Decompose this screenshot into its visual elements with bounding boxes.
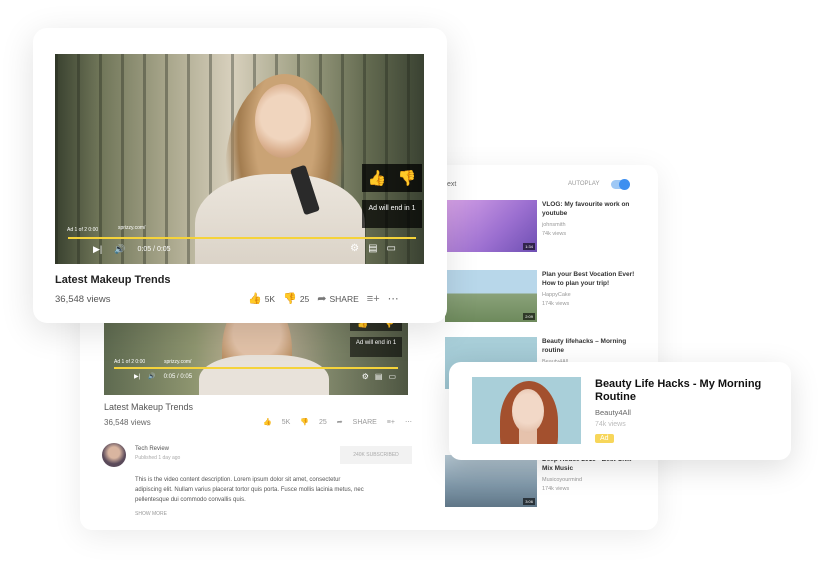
- rec-duration: 1:34: [523, 243, 535, 250]
- ad-source-link[interactable]: sprizzy.com/: [118, 225, 145, 231]
- add-to-playlist-icon[interactable]: ≡+: [367, 293, 380, 305]
- subtitles-icon[interactable]: ▤: [368, 243, 377, 254]
- dislike-count: 25: [299, 293, 310, 304]
- more-icon[interactable]: ⋯: [388, 292, 399, 305]
- rec-thumbnail[interactable]: 3:06: [445, 455, 537, 507]
- settings-icon[interactable]: ⚙: [362, 372, 369, 381]
- rec-views: 74k views: [542, 231, 567, 237]
- highlight-title[interactable]: Beauty Life Hacks - My Morning Routine: [595, 378, 775, 404]
- background-ad-counter: Ad 1 of 2 0:00: [114, 359, 146, 365]
- time-display: 0:05 / 0:05: [137, 246, 171, 253]
- like-icon[interactable]: 👍: [263, 418, 272, 426]
- dislike-icon: 👎: [283, 293, 297, 305]
- highlight-thumbnail[interactable]: [472, 377, 581, 444]
- video-subject-face: [255, 84, 311, 158]
- show-more-button[interactable]: SHOW MORE: [135, 511, 167, 517]
- share-icon: ➦: [317, 293, 327, 305]
- ad-counter: Ad 1 of 2 0:00: [67, 227, 99, 233]
- background-ad-end-notice: Ad will end in 1: [350, 337, 402, 357]
- like-icon: 👍: [248, 293, 262, 305]
- rec-channel: johnsmith: [542, 222, 566, 228]
- list-item[interactable]: 3:06 Deep House 2019 - Best Chill Mix Mu…: [445, 455, 635, 509]
- channel-name[interactable]: Tech Review: [135, 446, 169, 452]
- next-icon[interactable]: ▶|: [93, 244, 102, 255]
- more-icon[interactable]: ⋯: [405, 418, 412, 426]
- thumbs-up-icon[interactable]: 👍: [368, 169, 387, 187]
- progress-fill: [68, 237, 416, 239]
- background-player-right-controls: ⚙ ▤ ▭: [362, 372, 396, 381]
- progress-bar[interactable]: [68, 237, 416, 239]
- background-dislike-count: 25: [319, 418, 327, 426]
- video-title: Latest Makeup Trends: [55, 274, 171, 286]
- rec-thumbnail[interactable]: 1:34: [445, 200, 537, 252]
- background-share-button[interactable]: SHARE: [353, 419, 377, 426]
- thumbnail-subject-face: [512, 389, 544, 433]
- share-label: SHARE: [329, 293, 359, 304]
- player-right-controls: ⚙ ▤ ▭: [350, 243, 396, 254]
- video-subject-coat: [199, 355, 329, 395]
- background-ad-source[interactable]: sprizzy.com/: [164, 359, 191, 365]
- rec-views: 174k views: [542, 486, 570, 492]
- thumbs-down-icon[interactable]: 👎: [398, 169, 417, 187]
- volume-icon[interactable]: 🔊: [114, 244, 125, 255]
- highlight-channel[interactable]: Beauty4All: [595, 408, 631, 417]
- stage: 👍 👎 Ad will end in 1 Ad 1 of 2 0:00 spri…: [0, 0, 822, 565]
- publish-date: Published 1 day ago: [135, 455, 181, 461]
- view-count: 36,548 views: [55, 294, 111, 305]
- player-controls: ▶| 🔊 0:05 / 0:05: [93, 244, 171, 255]
- like-count: 5K: [264, 293, 276, 304]
- background-view-count: 36,548 views: [104, 418, 151, 427]
- dislike-icon[interactable]: 👎: [300, 418, 309, 426]
- highlighted-recommendation[interactable]: Beauty Life Hacks - My Morning Routine B…: [449, 362, 791, 460]
- rec-title[interactable]: VLOG: My favourite work on youtube: [542, 200, 637, 218]
- add-to-playlist-icon[interactable]: ≡+: [387, 419, 395, 426]
- background-progress-bar[interactable]: [114, 367, 398, 369]
- like-button[interactable]: 👍 5K: [248, 292, 275, 305]
- share-icon[interactable]: ➦: [337, 418, 343, 426]
- vote-overlay: 👍 👎: [362, 164, 422, 192]
- ad-end-notice: Ad will end in 1: [362, 200, 422, 228]
- share-button[interactable]: ➦ SHARE: [317, 292, 359, 305]
- background-like-count: 5K: [281, 418, 291, 426]
- ad-badge: Ad: [595, 434, 614, 443]
- video-player[interactable]: 👍 👎 Ad will end in 1 Ad 1 of 2 0:00 spri…: [55, 54, 424, 264]
- video-description: This is the video content description. L…: [135, 477, 364, 503]
- volume-icon[interactable]: 🔊: [148, 373, 155, 380]
- autoplay-toggle[interactable]: [611, 179, 630, 190]
- theater-mode-icon[interactable]: ▭: [387, 243, 396, 254]
- video-subject-coat: [195, 174, 365, 264]
- rec-channel: Musicoyourmind: [542, 477, 583, 483]
- background-video-player[interactable]: 👍 👎 Ad will end in 1 Ad 1 of 2 0:00 spri…: [104, 315, 408, 395]
- main-video-card: 👍 👎 Ad will end in 1 Ad 1 of 2 0:00 spri…: [33, 28, 447, 323]
- background-player-controls: ▶| 🔊 0:05 / 0:05: [134, 373, 193, 381]
- rec-title[interactable]: Plan your Best Vocation Ever! How to pla…: [542, 270, 637, 288]
- rec-views: 174k views: [542, 301, 570, 307]
- highlight-views: 74k views: [595, 421, 626, 428]
- video-actions: 👍 5K 👎 25 ➦ SHARE ≡+ ⋯: [248, 292, 399, 306]
- background-video-title: Latest Makeup Trends: [104, 402, 194, 412]
- background-stats: 👍 5K 👎 25 ➦ SHARE ≡+ ⋯: [263, 418, 412, 427]
- subscribe-button[interactable]: 240K SUBSCRIBED: [340, 446, 412, 464]
- rec-channel: HappyCake: [542, 292, 571, 298]
- rec-thumbnail[interactable]: 2:09: [445, 270, 537, 322]
- rec-title[interactable]: Beauty lifehacks – Morning routine: [542, 337, 637, 355]
- settings-icon[interactable]: ⚙: [350, 243, 359, 254]
- avatar[interactable]: [102, 443, 126, 467]
- theater-icon[interactable]: ▭: [388, 372, 396, 381]
- subtitles-icon[interactable]: ▤: [375, 372, 383, 381]
- background-time-display: 0:05 / 0:05: [163, 373, 193, 380]
- list-item[interactable]: 1:34 VLOG: My favourite work on youtube …: [445, 200, 635, 254]
- list-item[interactable]: 2:09 Plan your Best Vocation Ever! How t…: [445, 270, 635, 324]
- autoplay-label: AUTOPLAY: [568, 181, 600, 187]
- dislike-button[interactable]: 👎 25: [283, 292, 309, 305]
- up-next-label: ext: [447, 181, 457, 188]
- rec-duration: 3:06: [523, 498, 535, 505]
- rec-duration: 2:09: [523, 313, 535, 320]
- next-icon[interactable]: ▶|: [134, 373, 140, 380]
